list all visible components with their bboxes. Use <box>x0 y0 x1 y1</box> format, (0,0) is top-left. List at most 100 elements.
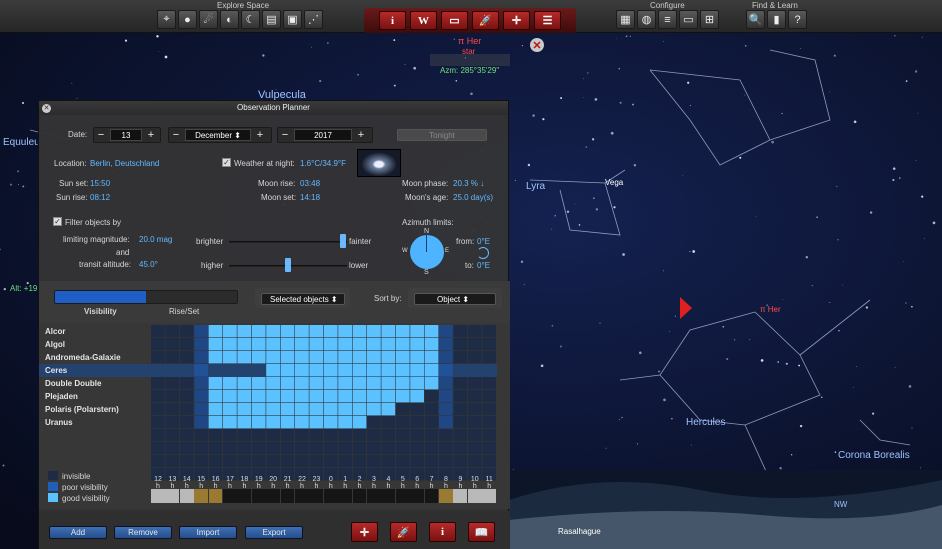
window-close-icon[interactable]: ✕ <box>42 104 51 113</box>
visibility-cell[interactable] <box>237 351 252 364</box>
location-value[interactable]: Berlin, Deutschland <box>90 159 159 168</box>
object-row-label[interactable]: Plejaden <box>45 392 78 401</box>
visibility-cell[interactable] <box>323 377 338 390</box>
visibility-cell[interactable] <box>352 351 367 364</box>
visibility-cell[interactable] <box>208 416 223 429</box>
visibility-cell[interactable] <box>338 351 352 364</box>
visibility-cell[interactable] <box>367 390 381 403</box>
visibility-cell[interactable] <box>295 325 309 338</box>
add-window-icon[interactable]: ⊞ <box>700 10 719 29</box>
visibility-cell[interactable] <box>395 364 410 377</box>
book-icon[interactable]: ▭ <box>441 11 468 30</box>
magnitude-slider[interactable] <box>229 241 347 243</box>
filter-checkbox[interactable]: ✓ <box>53 217 62 226</box>
object-row-label[interactable]: Polaris (Polarstern) <box>45 405 119 414</box>
month-decrement-button[interactable]: − <box>169 128 183 142</box>
visibility-cell[interactable] <box>338 364 352 377</box>
planner-rocket-icon[interactable]: 🚀 <box>390 522 417 542</box>
visibility-cell[interactable] <box>323 403 338 416</box>
visibility-cell[interactable] <box>237 325 252 338</box>
visibility-cell[interactable] <box>208 403 223 416</box>
visibility-cell[interactable] <box>323 364 338 377</box>
year-decrement-button[interactable]: − <box>278 128 292 142</box>
visibility-cell[interactable] <box>237 416 252 429</box>
visibility-cell[interactable] <box>381 403 396 416</box>
visibility-cell[interactable] <box>223 416 237 429</box>
visibility-cell[interactable] <box>251 351 266 364</box>
globe-icon[interactable]: ◍ <box>637 10 656 29</box>
visibility-cell[interactable] <box>280 364 295 377</box>
visibility-cell[interactable] <box>352 403 367 416</box>
visibility-cell[interactable] <box>367 351 381 364</box>
object-row-label[interactable]: Ceres <box>45 366 67 375</box>
day-field[interactable]: 13 <box>110 129 142 141</box>
import-button[interactable]: Import <box>179 526 237 539</box>
visibility-cell[interactable] <box>424 338 439 351</box>
month-increment-button[interactable]: + <box>253 128 267 142</box>
close-selection-icon[interactable]: ✕ <box>530 38 544 52</box>
visibility-cell[interactable] <box>381 325 396 338</box>
help-icon[interactable]: ? <box>788 10 807 29</box>
visibility-cell[interactable] <box>309 351 324 364</box>
visibility-cell[interactable] <box>395 377 410 390</box>
planner-center-icon[interactable]: ✛ <box>351 522 378 542</box>
object-row-label[interactable]: Alcor <box>45 327 65 336</box>
visibility-cell[interactable] <box>266 338 280 351</box>
box-icon[interactable]: ▦ <box>616 10 635 29</box>
visibility-segment[interactable] <box>55 291 146 303</box>
visibility-cell[interactable] <box>309 325 324 338</box>
visibility-cell[interactable] <box>266 403 280 416</box>
visibility-cell[interactable] <box>424 364 439 377</box>
visibility-cell[interactable] <box>424 325 439 338</box>
visibility-cell[interactable] <box>352 377 367 390</box>
visibility-cell[interactable] <box>395 351 410 364</box>
visibility-cell[interactable] <box>251 377 266 390</box>
visibility-cell[interactable] <box>323 338 338 351</box>
visibility-cell[interactable] <box>381 338 396 351</box>
tab-visibility[interactable]: Visibility <box>84 307 117 316</box>
visibility-cell[interactable] <box>352 364 367 377</box>
sort-dropdown[interactable]: Object ⬍ <box>414 293 496 305</box>
visibility-cell[interactable] <box>410 351 424 364</box>
visibility-cell[interactable] <box>208 377 223 390</box>
visibility-cell[interactable] <box>410 377 424 390</box>
table-icon[interactable]: ☰ <box>534 11 561 30</box>
frame-icon[interactable]: ▣ <box>283 10 302 29</box>
altitude-slider-knob[interactable] <box>285 258 291 272</box>
visibility-cell[interactable] <box>295 377 309 390</box>
visibility-cell[interactable] <box>223 351 237 364</box>
planner-titlebar[interactable]: ✕ Observation Planner <box>39 101 508 115</box>
visibility-cell[interactable] <box>280 403 295 416</box>
visibility-cell[interactable] <box>309 403 324 416</box>
planner-book-icon[interactable]: 📖 <box>468 522 495 542</box>
visibility-cell[interactable] <box>367 325 381 338</box>
telescope-icon[interactable]: ⌖ <box>157 10 176 29</box>
azimuth-reset-icon[interactable] <box>477 247 489 259</box>
visibility-cell[interactable] <box>223 390 237 403</box>
planner-info-icon[interactable]: i <box>429 522 456 542</box>
visibility-cell[interactable] <box>295 390 309 403</box>
visibility-cell[interactable] <box>223 325 237 338</box>
visibility-cell[interactable] <box>295 351 309 364</box>
search-icon[interactable]: 🔍 <box>746 10 765 29</box>
tab-rise-set[interactable]: Rise/Set <box>169 307 199 316</box>
visibility-cell[interactable] <box>367 403 381 416</box>
center-icon[interactable]: ✛ <box>503 11 530 30</box>
visibility-cell[interactable] <box>280 416 295 429</box>
visibility-cell[interactable] <box>280 351 295 364</box>
weather-checkbox[interactable]: ✓ <box>222 158 231 167</box>
info-icon[interactable]: i <box>379 11 406 30</box>
visibility-cell[interactable] <box>309 390 324 403</box>
visibility-cell[interactable] <box>266 325 280 338</box>
visibility-cell[interactable] <box>266 351 280 364</box>
day-decrement-button[interactable]: − <box>94 128 108 142</box>
object-row-label[interactable]: Algol <box>45 340 65 349</box>
visibility-cell[interactable] <box>208 338 223 351</box>
constellation-icon[interactable]: ⋰ <box>304 10 323 29</box>
add-button[interactable]: Add <box>49 526 107 539</box>
sliders-icon[interactable]: ≡ <box>658 10 677 29</box>
visibility-cell[interactable] <box>424 351 439 364</box>
object-row-label[interactable]: Double Double <box>45 379 101 388</box>
visibility-cell[interactable] <box>280 338 295 351</box>
visibility-cell[interactable] <box>367 364 381 377</box>
